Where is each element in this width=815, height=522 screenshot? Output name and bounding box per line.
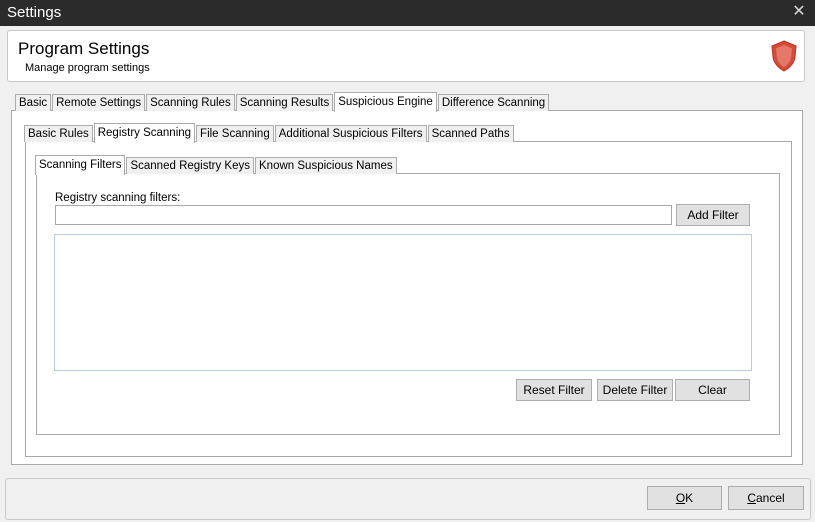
tab-scanned-registry-keys[interactable]: Scanned Registry Keys <box>126 157 255 174</box>
title-bar: Settings ✕ <box>0 0 815 26</box>
inner-tab-bar: Scanning Filters Scanned Registry Keys K… <box>35 155 398 175</box>
tab-file-scanning[interactable]: File Scanning <box>196 125 274 142</box>
tab-difference-scanning[interactable]: Difference Scanning <box>437 94 550 111</box>
ok-label-rest: K <box>685 491 694 505</box>
main-tab-bar: Basic Remote Settings Scanning Rules Sca… <box>15 92 550 112</box>
tab-scanned-paths[interactable]: Scanned Paths <box>427 125 514 142</box>
registry-filter-input[interactable] <box>55 205 672 225</box>
page-subtitle: Manage program settings <box>25 62 150 74</box>
tab-scanning-filters[interactable]: Scanning Filters <box>35 155 126 175</box>
cancel-mnemonic: C <box>747 491 756 505</box>
tab-registry-scanning[interactable]: Registry Scanning <box>93 123 196 143</box>
clear-button[interactable]: Clear <box>675 379 750 401</box>
sub-tab-bar: Basic Rules Registry Scanning File Scann… <box>24 123 515 143</box>
header-panel: Program Settings Manage program settings <box>7 30 805 82</box>
tab-remote-settings[interactable]: Remote Settings <box>52 94 146 111</box>
tab-suspicious-engine[interactable]: Suspicious Engine <box>334 92 437 112</box>
ok-mnemonic: O <box>675 491 686 505</box>
tab-basic[interactable]: Basic <box>15 94 52 111</box>
tab-additional-suspicious-filters[interactable]: Additional Suspicious Filters <box>274 125 427 142</box>
tab-basic-rules[interactable]: Basic Rules <box>24 125 93 142</box>
reset-filter-button[interactable]: Reset Filter <box>516 379 592 401</box>
ok-button[interactable]: OK <box>647 486 722 510</box>
tab-scanning-rules[interactable]: Scanning Rules <box>146 94 235 111</box>
shield-icon <box>771 40 797 72</box>
registry-filters-list[interactable] <box>54 234 752 371</box>
dialog-body: Program Settings Manage program settings… <box>3 26 812 522</box>
tab-known-suspicious-names[interactable]: Known Suspicious Names <box>255 157 397 174</box>
window-title: Settings <box>7 4 62 21</box>
tab-scanning-results[interactable]: Scanning Results <box>235 94 334 111</box>
cancel-button[interactable]: Cancel <box>728 486 804 510</box>
close-icon[interactable]: ✕ <box>791 3 807 21</box>
registry-filters-label: Registry scanning filters: <box>55 192 181 204</box>
add-filter-button[interactable]: Add Filter <box>676 204 750 226</box>
cancel-label-rest: ancel <box>755 491 785 505</box>
page-title: Program Settings <box>18 39 150 58</box>
delete-filter-button[interactable]: Delete Filter <box>597 379 673 401</box>
